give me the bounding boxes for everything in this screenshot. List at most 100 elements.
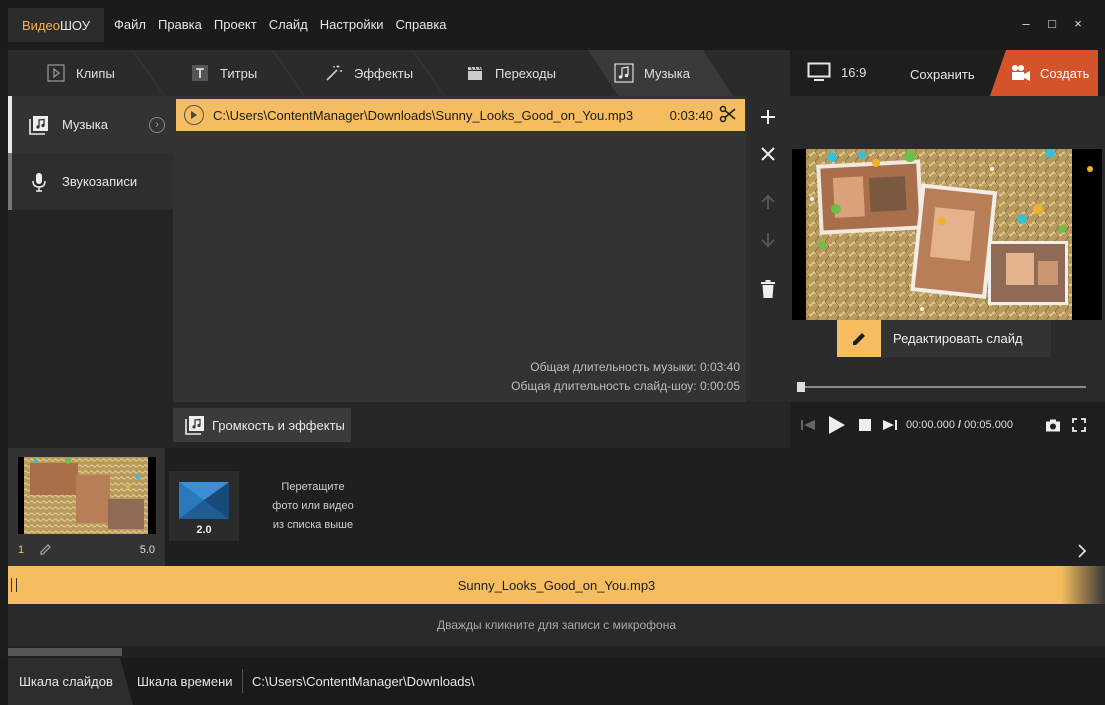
slide-number: 1 (18, 544, 25, 556)
time-separator: / (954, 419, 965, 431)
tab-effects-label: Эффекты (354, 65, 414, 81)
monitor-icon (807, 62, 831, 81)
tab-titles[interactable]: Титры (148, 50, 288, 96)
pencil-icon (837, 320, 881, 357)
microphone-icon (28, 172, 50, 192)
trash-icon[interactable] (746, 279, 790, 299)
sidebar-item-music[interactable]: Музыка › (8, 96, 173, 153)
tab-slide-timeline[interactable]: Шкала слайдов (8, 658, 133, 705)
menu-project[interactable]: Проект (214, 17, 257, 32)
mic-record-area[interactable]: Дважды кликните для записи с микрофона (8, 604, 1105, 646)
transition-duration: 2.0 (196, 524, 212, 536)
tab-transitions[interactable]: Переходы (428, 50, 578, 96)
magic-wand-icon (324, 63, 344, 83)
logo-part-1: Видео (22, 17, 60, 33)
scissors-icon[interactable] (719, 105, 737, 126)
sidebar-music-label: Музыка (62, 117, 108, 132)
scrollbar-thumb[interactable] (8, 648, 122, 656)
total-music-duration: Общая длительность музыки: 0:03:40 (530, 360, 740, 374)
create-button[interactable]: Создать (990, 50, 1098, 96)
tab-effects[interactable]: Эффекты (288, 50, 428, 96)
logo-part-2: ШОУ (59, 17, 90, 33)
stop-icon[interactable] (855, 419, 875, 431)
aspect-ratio-button[interactable]: 16:9 (807, 62, 866, 82)
skip-forward-icon[interactable] (880, 419, 900, 431)
video-camera-icon (1012, 65, 1030, 81)
track-grip-handle[interactable] (11, 578, 17, 592)
tab-slides-label: Шкала слайдов (19, 674, 113, 689)
slide-card[interactable]: 1 5.0 (8, 448, 165, 566)
playback-controls: 00:00.000 / 00:05.000 (790, 402, 1105, 448)
slide-preview-image (792, 149, 1102, 320)
preview-panel: Редактировать слайд 00:00.000 / 00:05.00… (790, 96, 1105, 448)
preview-seek-bar[interactable] (797, 382, 1086, 392)
time-total: 00:05.000 (964, 419, 1014, 431)
add-icon[interactable] (746, 108, 790, 126)
mic-hint: Дважды кликните для записи с микрофона (436, 618, 677, 632)
tab-music-label: Музыка (644, 65, 690, 81)
menu-file[interactable]: Файл (114, 17, 146, 32)
clapper-icon (465, 63, 485, 83)
transition-thumbnail (179, 482, 229, 519)
music-note-icon (614, 63, 634, 83)
horizontal-scrollbar[interactable] (8, 646, 1105, 658)
volume-bar: Громкость и эффекты (173, 402, 790, 448)
slides-strip: 1 5.0 2.0 Перетащите фото или видео из с… (8, 448, 1105, 566)
volume-effects-label: Громкость и эффекты (212, 417, 345, 433)
time-current: 00:00.000 (906, 419, 955, 431)
sidebar-item-recordings[interactable]: Звукозаписи (8, 153, 173, 210)
minimize-button[interactable]: – (1013, 16, 1039, 31)
drop-hint-line2: фото или видео (272, 500, 354, 512)
remove-icon[interactable] (746, 146, 790, 162)
music-library-icon (185, 416, 204, 435)
music-list: C:\Users\ContentManager\Downloads\Sunny_… (173, 96, 746, 402)
play-track-icon[interactable] (184, 105, 204, 125)
slide-duration[interactable]: 5.0 (140, 544, 155, 556)
fullscreen-icon[interactable] (1069, 418, 1089, 432)
close-window-button[interactable]: × (1065, 16, 1091, 31)
save-button[interactable]: Сохранить (910, 67, 975, 82)
create-label: Создать (1040, 65, 1090, 81)
folder-path: C:\Users\ContentManager\Downloads\ (252, 674, 475, 689)
text-icon (190, 63, 210, 83)
move-up-icon[interactable] (746, 193, 790, 211)
menu-settings[interactable]: Настройки (320, 17, 384, 32)
menu-edit[interactable]: Правка (158, 17, 202, 32)
chevron-right-icon[interactable] (1077, 544, 1087, 561)
drop-hint-line3: из списка выше (272, 519, 354, 531)
edit-slide-button[interactable]: Редактировать слайд (837, 320, 1051, 357)
right-toolbar: 16:9 Сохранить Создать (790, 50, 1105, 96)
pencil-icon[interactable] (40, 543, 52, 558)
menu-bar: Файл Правка Проект Слайд Настройки Справ… (114, 17, 459, 32)
snapshot-icon[interactable] (1043, 419, 1063, 432)
music-sidebar: Музыка › Звукозаписи (8, 96, 173, 448)
play-icon[interactable] (822, 415, 852, 435)
menu-slide[interactable]: Слайд (269, 17, 308, 32)
menu-help[interactable]: Справка (396, 17, 447, 32)
tab-titles-label: Титры (220, 65, 258, 81)
move-down-icon[interactable] (746, 231, 790, 249)
music-library-icon (28, 115, 50, 135)
aspect-ratio-label: 16:9 (841, 64, 867, 80)
transition-card[interactable]: 2.0 (169, 471, 239, 541)
music-track-row[interactable]: C:\Users\ContentManager\Downloads\Sunny_… (176, 99, 745, 131)
tab-music[interactable]: Музыка (588, 50, 733, 96)
sidebar-recordings-label: Звукозаписи (62, 174, 138, 189)
skip-back-icon[interactable] (798, 419, 818, 431)
audio-track-name: Sunny_Looks_Good_on_You.mp3 (457, 577, 656, 593)
tab-clips[interactable]: Клипы (8, 50, 148, 96)
window-controls: – □ × (1013, 16, 1091, 31)
volume-effects-button[interactable]: Громкость и эффекты (173, 408, 351, 442)
track-path: C:\Users\ContentManager\Downloads\Sunny_… (213, 107, 634, 123)
chevron-right-icon: › (149, 116, 165, 133)
seek-handle[interactable] (797, 382, 805, 392)
audio-track-bar[interactable]: Sunny_Looks_Good_on_You.mp3 (8, 566, 1105, 604)
total-show-duration: Общая длительность слайд-шоу: 0:00:05 (511, 379, 740, 393)
tab-time-timeline[interactable]: Шкала времени (137, 658, 237, 705)
app-logo: Видео ШОУ (8, 8, 104, 42)
music-totals: Общая длительность музыки: 0:03:40 Общая… (511, 358, 740, 396)
slide-thumbnail (18, 457, 156, 534)
drop-hint-line1: Перетащите (281, 481, 345, 493)
current-folder-path: C:\Users\ContentManager\Downloads\ (252, 658, 475, 705)
maximize-button[interactable]: □ (1039, 16, 1065, 31)
